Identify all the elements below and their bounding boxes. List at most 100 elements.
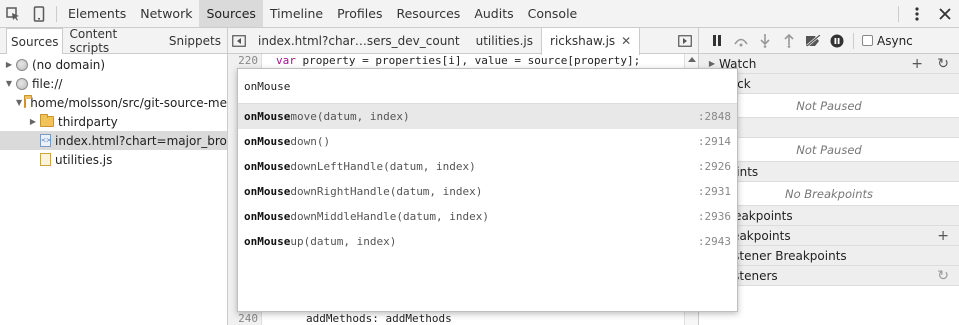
tree-item-label: file://: [32, 76, 63, 91]
tree-item-label: utilities.js: [55, 152, 113, 167]
section-scope[interactable]: pe: [699, 118, 959, 138]
editor-tabs: index.html?char…sers_dev_count utilities…: [228, 27, 698, 55]
refresh-listeners-icon[interactable]: ↻: [937, 266, 949, 286]
tab-resources[interactable]: Resources: [389, 0, 467, 27]
goto-member-input[interactable]: onMouse: [238, 69, 737, 104]
step-into-icon[interactable]: [753, 29, 777, 53]
step-out-icon[interactable]: [777, 29, 801, 53]
globe-icon: [16, 77, 28, 90]
main-toolbar: Elements Network Sources Timeline Profil…: [0, 0, 959, 28]
device-mode-icon[interactable]: [26, 1, 52, 27]
expand-triangle-icon[interactable]: ▶: [28, 117, 38, 126]
line-number[interactable]: 240: [228, 312, 258, 325]
folder-icon: [24, 95, 33, 108]
suggestion-item[interactable]: onMouse up(datum, index) :2943: [238, 229, 737, 254]
code-line[interactable]: addMethods: addMethods: [306, 312, 452, 325]
tab-snippets[interactable]: Snippets: [165, 28, 225, 53]
pause-on-exceptions-icon[interactable]: [825, 29, 849, 53]
file-tree: ▶ (no domain) ▼ file:// ▼ home/molsson/s…: [0, 54, 227, 169]
suggestion-item[interactable]: onMouse downLeftHandle(datum, index) :292…: [238, 154, 737, 179]
goto-member-dialog: onMouse onMouse move(datum, index) :2848 …: [237, 68, 738, 312]
suggestion-line: :2943: [697, 235, 731, 248]
suggestion-line: :2926: [697, 160, 731, 173]
toggle-navigator-icon[interactable]: [228, 28, 250, 54]
collapse-triangle-icon[interactable]: ▼: [4, 79, 14, 88]
expand-triangle-icon[interactable]: ▶: [707, 59, 717, 68]
add-xhr-breakpoint-icon[interactable]: +: [937, 226, 949, 246]
tree-item-home-folder[interactable]: ▼ home/molsson/src/git-source-me: [0, 93, 227, 112]
tab-timeline[interactable]: Timeline: [263, 0, 330, 27]
tree-item-label: home/molsson/src/git-source-me: [30, 95, 227, 110]
section-breakpoints[interactable]: akpoints: [699, 162, 959, 182]
globe-icon: [16, 58, 28, 71]
tab-audits[interactable]: Audits: [467, 0, 520, 27]
async-toggle[interactable]: Async: [862, 34, 913, 48]
tree-item-file-scheme[interactable]: ▼ file://: [0, 74, 227, 93]
section-dom-breakpoints[interactable]: M Breakpoints: [699, 206, 959, 226]
toolbar-divider: [56, 5, 57, 22]
suggestion-match: onMouse: [244, 185, 291, 198]
tree-item-thirdparty[interactable]: ▶ thirdparty: [0, 112, 227, 131]
editor-tab-utilities-js[interactable]: utilities.js: [468, 28, 541, 54]
suggestion-rest: move(datum, index): [290, 110, 410, 123]
tree-item-index-html[interactable]: <> index.html?chart=major_brows: [0, 131, 227, 150]
editor-tab-index-html[interactable]: index.html?char…sers_dev_count: [250, 28, 468, 54]
sources-navigator: Sources Content scripts Snippets ▶ (no d…: [0, 27, 228, 325]
more-menu-icon[interactable]: [903, 1, 931, 27]
section-watch[interactable]: ▶ Watch + ↻: [699, 54, 959, 74]
tab-profiles[interactable]: Profiles: [330, 0, 389, 27]
step-over-icon[interactable]: [729, 29, 753, 53]
toolbar-divider: [853, 32, 854, 49]
folder-icon: [40, 114, 54, 127]
async-checkbox[interactable]: [862, 35, 873, 46]
suggestion-match: onMouse: [244, 135, 291, 148]
tree-item-no-domain[interactable]: ▶ (no domain): [0, 55, 227, 74]
tab-sources[interactable]: Sources: [199, 0, 263, 27]
close-devtools-icon[interactable]: [931, 1, 959, 27]
tree-item-label: thirdparty: [58, 114, 118, 129]
section-event-listeners[interactable]: nt Listeners ↻: [699, 266, 959, 286]
suggestion-item[interactable]: onMouse downMiddleHandle(datum, index) :2…: [238, 204, 737, 229]
suggestion-item[interactable]: onMouse move(datum, index) :2848: [238, 104, 737, 129]
pause-icon[interactable]: [705, 29, 729, 53]
deactivate-breakpoints-icon[interactable]: [801, 29, 825, 53]
scroll-up-icon[interactable]: [688, 57, 696, 62]
section-xhr-breakpoints[interactable]: R Breakpoints +: [699, 226, 959, 246]
suggestion-rest: up(datum, index): [290, 235, 397, 248]
tree-item-label: index.html?chart=major_brows: [55, 133, 227, 148]
suggestion-item[interactable]: onMouse downRightHandle(datum, index) :29…: [238, 179, 737, 204]
editor-tab-label: rickshaw.js: [550, 34, 616, 48]
scope-placeholder: Not Paused: [699, 138, 959, 162]
suggestion-item[interactable]: onMouse down() :2914: [238, 129, 737, 154]
tree-item-utilities-js[interactable]: utilities.js: [0, 150, 227, 169]
debugger-toolbar: Async: [699, 28, 959, 54]
suggestion-rest: down(): [290, 135, 331, 148]
suggestion-match: onMouse: [244, 235, 291, 248]
tab-elements[interactable]: Elements: [61, 0, 133, 27]
collapse-triangle-icon[interactable]: ▼: [16, 98, 22, 107]
code-line[interactable]: var property = properties[i], value = so…: [276, 54, 640, 67]
tab-sources-navigator[interactable]: Sources: [6, 28, 64, 54]
navigator-tabs: Sources Content scripts Snippets: [0, 27, 227, 55]
section-event-listener-breakpoints[interactable]: nt Listener Breakpoints: [699, 246, 959, 266]
inspect-element-icon[interactable]: [0, 1, 26, 27]
toggle-debugger-sidebar-icon[interactable]: [672, 28, 698, 54]
expand-triangle-icon[interactable]: ▶: [4, 60, 14, 69]
tab-content-scripts[interactable]: Content scripts: [65, 27, 162, 55]
refresh-watch-icon[interactable]: ↻: [937, 54, 949, 74]
tree-item-label: (no domain): [32, 57, 106, 72]
add-watch-icon[interactable]: +: [911, 54, 923, 74]
editor-tab-rickshaw-js[interactable]: rickshaw.js ✕: [541, 27, 641, 55]
close-tab-icon[interactable]: ✕: [621, 34, 631, 48]
tab-network[interactable]: Network: [133, 0, 199, 27]
suggestion-match: onMouse: [244, 110, 291, 123]
call-stack-placeholder: Not Paused: [699, 94, 959, 118]
suggestion-rest: downMiddleHandle(datum, index): [290, 210, 490, 223]
html-file-icon: <>: [40, 134, 51, 147]
section-call-stack[interactable]: ll Stack: [699, 74, 959, 94]
breakpoints-placeholder: No Breakpoints: [699, 182, 959, 206]
suggestion-line: :2931: [697, 185, 731, 198]
line-number[interactable]: 220: [228, 54, 258, 67]
suggestion-line: :2936: [697, 210, 731, 223]
tab-console[interactable]: Console: [521, 0, 585, 27]
